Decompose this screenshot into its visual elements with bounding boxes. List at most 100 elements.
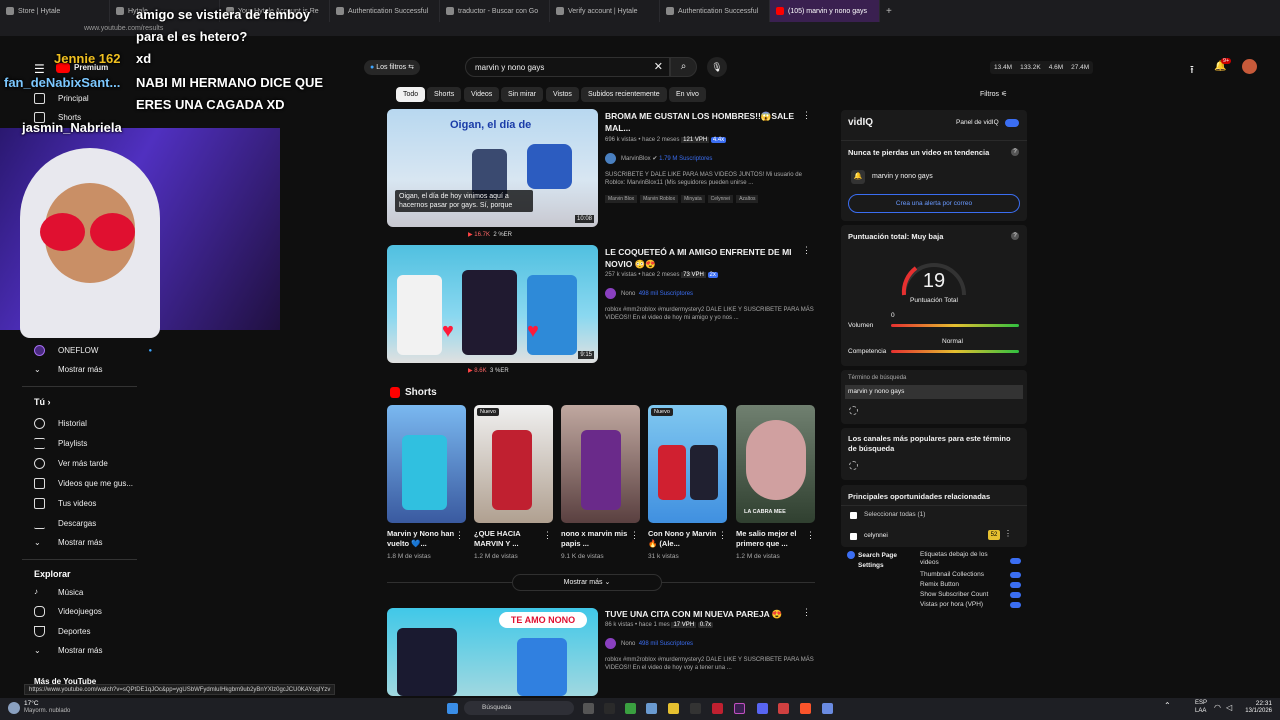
- short-title[interactable]: Me salio mejor el primero que ...: [736, 529, 806, 549]
- file-explorer-icon[interactable]: [668, 703, 679, 714]
- sidebar-item-principal[interactable]: Principal: [34, 93, 89, 104]
- app-icon[interactable]: [604, 703, 615, 714]
- chip-shorts[interactable]: Shorts: [427, 87, 462, 102]
- sidebar-item-liked[interactable]: Videos que me gus...: [34, 478, 133, 489]
- sidebar-you-heading[interactable]: Tú ›: [34, 397, 51, 407]
- short-title[interactable]: nono x marvin mis papis ...: [561, 529, 631, 549]
- more-options-icon[interactable]: ⋮: [1004, 529, 1012, 538]
- new-tab-button[interactable]: +: [880, 6, 898, 17]
- browser-tab[interactable]: Store | Hytale: [0, 0, 110, 22]
- short-title[interactable]: Marvin y Nono han vuelto 💙...: [387, 529, 457, 549]
- app-icon[interactable]: [822, 703, 833, 714]
- browser-tab[interactable]: Authentication Successful: [330, 0, 440, 22]
- chip-recientes[interactable]: Subidos recientemente: [581, 87, 667, 102]
- show-more-shorts-button[interactable]: Mostrar más ⌄: [512, 574, 662, 591]
- tag-chip[interactable]: Marvin Blox: [605, 195, 638, 203]
- chip-sin-mirar[interactable]: Sin mirar: [501, 87, 544, 102]
- app-icon[interactable]: [646, 703, 657, 714]
- chip-videos[interactable]: Videos: [464, 87, 500, 102]
- short-thumbnail[interactable]: [387, 405, 466, 523]
- brave-icon[interactable]: [800, 703, 811, 714]
- more-options-icon[interactable]: ⋮: [802, 607, 811, 618]
- taskbar-search[interactable]: Búsqueda: [464, 701, 574, 715]
- setting-toggle[interactable]: [1010, 582, 1021, 588]
- app-icon[interactable]: [690, 703, 701, 714]
- short-thumbnail[interactable]: Nuevo: [648, 405, 727, 523]
- mic-icon[interactable]: 🎙: [707, 57, 727, 77]
- more-options-icon[interactable]: ⋮: [455, 530, 464, 541]
- video-thumbnail[interactable]: TE AMO NONO: [387, 608, 598, 696]
- more-options-icon[interactable]: ⋮: [630, 530, 639, 541]
- help-icon[interactable]: ?: [1011, 232, 1019, 240]
- more-options-icon[interactable]: ⋮: [543, 530, 552, 541]
- browser-tab-active[interactable]: (105) marvin y nono gays: [770, 0, 880, 22]
- more-options-icon[interactable]: ⋮: [802, 245, 811, 256]
- weather-icon[interactable]: [8, 702, 20, 714]
- setting-toggle[interactable]: [1010, 572, 1021, 578]
- sidebar-item-your-videos[interactable]: Tus videos: [34, 498, 96, 509]
- short-thumbnail[interactable]: [561, 405, 640, 523]
- chip-todo[interactable]: Todo: [396, 87, 426, 102]
- tray-chevron-icon[interactable]: ⌃: [1164, 701, 1171, 710]
- menu-icon[interactable]: ☰: [34, 62, 45, 76]
- sidebar-item-playlists[interactable]: Playlists: [34, 438, 87, 449]
- sidebar-item-watch-later[interactable]: Ver más tarde: [34, 458, 108, 469]
- vidiq-panel-toggle[interactable]: [1005, 119, 1019, 127]
- sidebar-item-downloads[interactable]: Descargas: [34, 518, 96, 529]
- video-title[interactable]: BROMA ME GUSTAN LOS HOMBRES!!😱SALE MAL..…: [605, 110, 800, 134]
- app-icon[interactable]: [778, 703, 789, 714]
- video-title[interactable]: LE COQUETEÓ A MI AMIGO ENFRENTE DE MI NO…: [605, 246, 795, 270]
- wifi-icon[interactable]: ◠: [1214, 703, 1221, 712]
- sidebar-item-gaming[interactable]: Videojuegos: [34, 606, 102, 617]
- create-alert-button[interactable]: Crea una alerta por correo: [848, 194, 1020, 213]
- sidebar-item-historial[interactable]: Historial: [34, 418, 87, 429]
- app-icon[interactable]: [712, 703, 723, 714]
- sidebar-item-sports[interactable]: Deportes: [34, 626, 90, 637]
- setting-toggle[interactable]: [1010, 592, 1021, 598]
- more-options-icon[interactable]: ⋮: [806, 530, 815, 541]
- more-options-icon[interactable]: ⋮: [802, 110, 811, 121]
- upload-icon[interactable]: ⭱: [1190, 61, 1194, 80]
- select-all-checkbox[interactable]: [850, 512, 857, 519]
- clock-time[interactable]: 22:31: [1240, 700, 1272, 707]
- browser-tab[interactable]: traductor - Buscar con Go: [440, 0, 550, 22]
- discord-icon[interactable]: [757, 703, 768, 714]
- sidebar-show-more[interactable]: ⌄ Mostrar más: [34, 365, 102, 374]
- browser-tab[interactable]: Authentication Successful: [660, 0, 770, 22]
- volume-icon[interactable]: ◁: [1226, 703, 1232, 712]
- short-thumbnail[interactable]: Nuevo: [474, 405, 553, 523]
- opportunity-checkbox[interactable]: [850, 533, 857, 540]
- video-thumbnail[interactable]: Oigan, el día de Oigan, el día de hoy vi…: [387, 109, 598, 227]
- windows-start-icon[interactable]: [447, 703, 458, 714]
- sidebar-item-oneflow[interactable]: ONEFLOW ●: [34, 345, 152, 356]
- tag-chip[interactable]: Celynnei: [707, 195, 734, 203]
- tag-chip[interactable]: Marvin Roblox: [640, 195, 679, 203]
- chip-en-vivo[interactable]: En vivo: [669, 87, 706, 102]
- minecraft-icon[interactable]: [625, 703, 636, 714]
- sidebar-show-more[interactable]: ⌄ Mostrar más: [34, 646, 102, 655]
- video-title[interactable]: TUVE UNA CITA CON MI NUEVA PAREJA 😍: [605, 608, 795, 620]
- task-view-icon[interactable]: [583, 703, 594, 714]
- search-button[interactable]: ⌕: [670, 57, 697, 77]
- tag-chip[interactable]: Minyata: [681, 195, 705, 203]
- short-thumbnail[interactable]: LA CABRA MEE: [736, 405, 815, 523]
- browser-tab[interactable]: Verify account | Hytale: [550, 0, 660, 22]
- setting-toggle[interactable]: [1010, 602, 1021, 608]
- language-indicator[interactable]: ESP: [1195, 700, 1207, 706]
- setting-toggle[interactable]: [1010, 558, 1021, 564]
- chip-vistos[interactable]: Vistos: [546, 87, 579, 102]
- search-input[interactable]: marvin y nono gays ✕: [465, 57, 670, 77]
- avatar[interactable]: [1242, 59, 1257, 74]
- opera-gx-icon[interactable]: [734, 703, 745, 714]
- clear-search-icon[interactable]: ✕: [654, 60, 663, 73]
- filters-button[interactable]: ● Los filtros ⇆: [364, 60, 420, 75]
- video-thumbnail[interactable]: ♥ ♥ 9:15: [387, 245, 598, 363]
- channel-row[interactable]: Nono 498 mil Suscriptores: [605, 288, 693, 299]
- sidebar-item-music[interactable]: ♪ Música: [34, 587, 83, 598]
- vidiq-stats-bar[interactable]: 13.4M 133.2K 4.6M 27.4M: [990, 61, 1094, 74]
- sidebar-show-more[interactable]: ⌄ Mostrar más: [34, 538, 102, 547]
- help-icon[interactable]: ?: [1011, 148, 1019, 156]
- more-options-icon[interactable]: ⋮: [718, 530, 727, 541]
- channel-row[interactable]: MarvinBlox ✔ 1.79 M Suscriptores: [605, 153, 712, 164]
- short-title[interactable]: ¿QUE HACIA MARVIN Y ...: [474, 529, 544, 549]
